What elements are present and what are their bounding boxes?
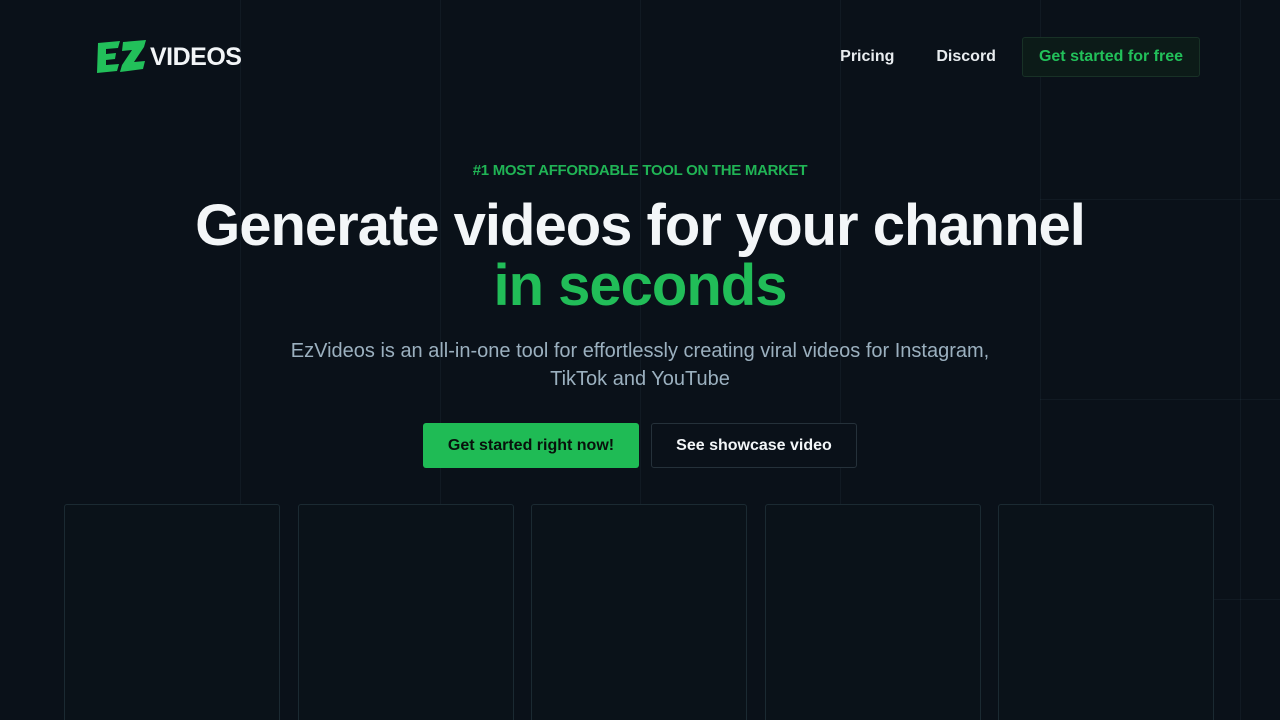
get-started-free-button[interactable]: Get started for free: [1021, 37, 1200, 77]
video-card[interactable]: [765, 504, 981, 720]
video-card[interactable]: [531, 504, 747, 720]
nav-pricing-link[interactable]: Pricing: [840, 48, 894, 66]
top-navigation: Pricing Discord Get started for free: [840, 37, 1200, 77]
hero-cta-row: Get started right now! See showcase vide…: [0, 423, 1280, 468]
hero-subtitle: EzVideos is an all-in-one tool for effor…: [0, 337, 1280, 393]
hero-eyebrow: #1 MOST AFFORDABLE TOOL ON THE MARKET: [472, 162, 808, 179]
subtitle-line-1: EzVideos is an all-in-one tool for effor…: [290, 340, 990, 362]
video-card[interactable]: [64, 504, 280, 720]
headline-line-2: in seconds: [493, 253, 788, 318]
video-card[interactable]: [298, 504, 514, 720]
subtitle-line-2: TikTok and YouTube: [550, 368, 730, 390]
ez-logo-mark: [97, 40, 146, 73]
headline-line-1: Generate videos for your channel: [195, 193, 1086, 258]
nav-discord-link[interactable]: Discord: [936, 48, 996, 66]
landing-page: VIDEOS Pricing Discord Get started for f…: [0, 0, 1280, 720]
get-started-now-button[interactable]: Get started right now!: [423, 423, 639, 468]
hero-headline: Generate videos for your channel in seco…: [0, 196, 1280, 316]
ezvideos-logo[interactable]: VIDEOS: [96, 38, 242, 76]
background-grid-line: [1040, 399, 1280, 400]
video-card[interactable]: [998, 504, 1214, 720]
see-showcase-video-button[interactable]: See showcase video: [651, 423, 857, 468]
logo-wordmark: VIDEOS: [150, 43, 242, 71]
